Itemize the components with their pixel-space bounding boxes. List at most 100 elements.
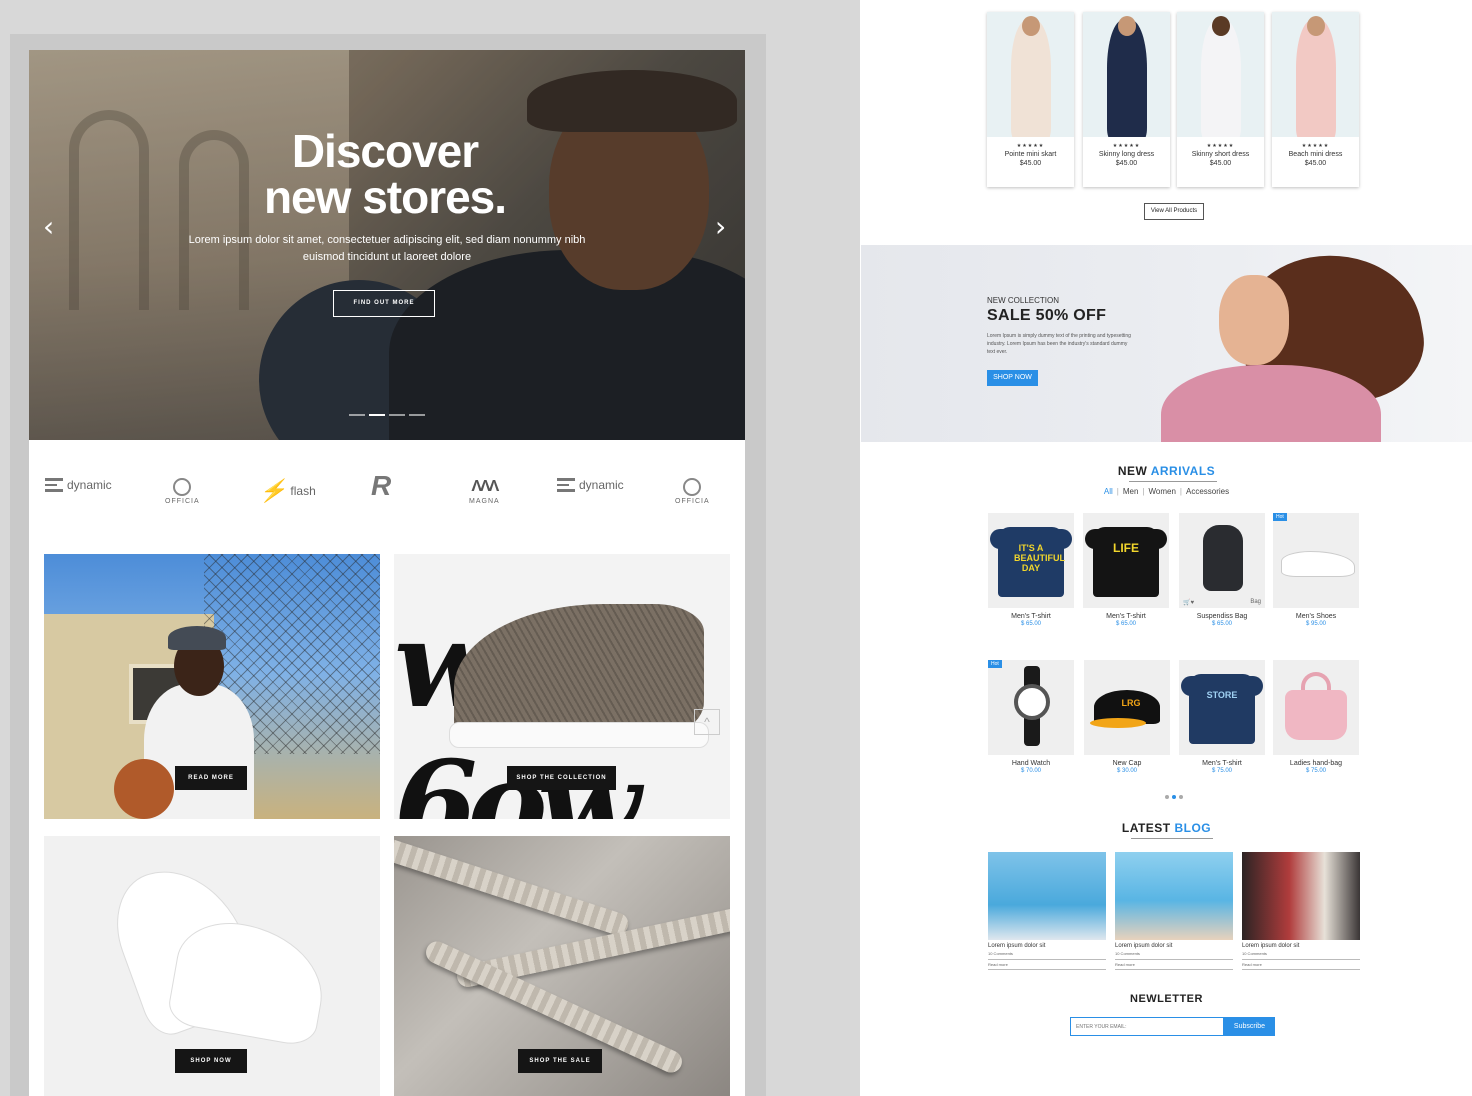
blog-title[interactable]: Lorem ipsum dolor sit <box>1115 943 1233 949</box>
subscribe-button[interactable]: Subscribe <box>1224 1017 1275 1036</box>
pager-dot-active[interactable] <box>1172 795 1176 799</box>
product-figure <box>1107 20 1147 137</box>
read-more-button[interactable]: READ MORE <box>175 766 247 790</box>
brand-logo-r[interactable]: R <box>371 470 391 502</box>
chevron-up-icon[interactable]: ^ <box>694 709 720 735</box>
product-image <box>1272 12 1359 137</box>
arrival-name: Men's T-shirt <box>1106 613 1146 620</box>
product-price: $45.00 <box>1019 160 1042 167</box>
arrivals-filter-tabs: All | Men | Women | Accessories <box>861 487 1472 496</box>
arrival-name: Men's T-shirt <box>1202 760 1242 767</box>
tshirt-print: STORE <box>1206 690 1238 700</box>
arrival-price: $ 95.00 <box>1305 621 1327 627</box>
blog-card[interactable]: Lorem ipsum dolor sit 10 Comments Read m… <box>1115 852 1233 970</box>
tab-men[interactable]: Men <box>1123 487 1139 496</box>
product-figure-head <box>1118 16 1136 36</box>
arrival-card[interactable]: Hot Hand Watch $ 70.00 <box>988 660 1074 774</box>
blog-title[interactable]: Lorem ipsum dolor sit <box>1242 943 1360 949</box>
promo-tile-basketball: READ MORE <box>44 554 380 819</box>
arrival-name: Suspendiss Bag <box>1196 613 1248 620</box>
shop-the-collection-button[interactable]: SHOP THE COLLECTION <box>507 766 616 790</box>
rating-stars-icon: ★★★★★ <box>1301 143 1330 149</box>
product-name: Beach mini dress <box>1288 151 1343 158</box>
blog-card[interactable]: Lorem ipsum dolor sit 10 Comments Read m… <box>1242 852 1360 970</box>
brand-name: dynamic <box>67 478 112 492</box>
tab-separator: | <box>1142 487 1145 496</box>
product-figure-head <box>1212 16 1230 36</box>
product-card[interactable]: ★★★★★ Skinny short dress $45.00 <box>1177 12 1264 187</box>
hero-subtitle: Lorem ipsum dolor sit amet, consectetuer… <box>188 234 586 263</box>
product-card[interactable]: ★★★★★ Pointe mini skart $45.00 <box>987 12 1074 187</box>
brand-name: OFFICIA <box>675 498 710 505</box>
tshirt-print: IT'S A BEAUTIFUL DAY <box>1014 543 1065 573</box>
arrival-card[interactable]: Ladies hand-bag $ 75.00 <box>1273 660 1359 774</box>
title-highlight: ARRIVALS <box>1150 464 1216 478</box>
left-page: Discover new stores. Lorem ipsum dolor s… <box>29 50 745 1096</box>
find-out-more-button[interactable]: FIND OUT MORE <box>333 290 435 317</box>
arrival-card[interactable]: LRG New Cap $ 30.00 <box>1084 660 1170 774</box>
product-image <box>987 12 1074 137</box>
title-part: LATEST <box>1121 821 1175 835</box>
brand-name: dynamic <box>579 478 624 492</box>
slider-dot[interactable] <box>409 414 425 416</box>
pager-dot[interactable] <box>1179 795 1183 799</box>
product-figure-head <box>1022 16 1040 36</box>
slider-dot-active[interactable] <box>369 414 385 416</box>
view-all-products-button[interactable]: View All Products <box>1144 203 1204 220</box>
arrival-card[interactable]: 🛒♥ Bag Suspendiss Bag $ 65.00 <box>1179 513 1265 627</box>
tab-all[interactable]: All <box>1104 487 1113 496</box>
read-more-link[interactable]: Read more <box>988 959 1106 970</box>
arrival-price: $ 65.00 <box>1211 621 1233 627</box>
pager-dot[interactable] <box>1165 795 1169 799</box>
brand-logo-officia[interactable]: OFFICIA <box>165 478 200 505</box>
hot-badge: Hot <box>1273 513 1287 521</box>
slider-dot[interactable] <box>349 414 365 416</box>
shop-the-sale-button[interactable]: SHOP THE SALE <box>518 1049 602 1073</box>
arrival-card[interactable]: STORE Men's T-shirt $ 75.00 <box>1179 660 1265 774</box>
product-image <box>1177 12 1264 137</box>
brand-name: flash <box>290 484 316 498</box>
shop-now-button[interactable]: SHOP NOW <box>175 1049 247 1073</box>
newsletter-title: NEWLETTER <box>1130 993 1203 1005</box>
brand-logo-magna[interactable]: ΛΛΛ MAGNA <box>469 478 500 505</box>
cart-icon[interactable]: 🛒♥ <box>1183 599 1194 606</box>
tab-women[interactable]: Women <box>1148 487 1175 496</box>
arrivals-pager <box>1165 795 1183 799</box>
arrival-card[interactable]: IT'S A BEAUTIFUL DAY Men's T-shirt $ 65.… <box>988 513 1074 627</box>
cap-print: LRG <box>1121 698 1141 708</box>
brand-logo-dynamic[interactable]: dynamic <box>45 478 112 492</box>
tile-cap <box>168 626 226 650</box>
card-action-icons: 🛒♥ Bag <box>1183 599 1261 606</box>
brand-logo-flash[interactable]: ⚡ flash <box>259 478 316 504</box>
read-more-link[interactable]: Read more <box>1115 959 1233 970</box>
product-figure <box>1201 20 1241 137</box>
product-figure <box>1296 20 1336 137</box>
email-field[interactable] <box>1070 1017 1224 1036</box>
blog-card[interactable]: Lorem ipsum dolor sit 10 Comments Read m… <box>988 852 1106 970</box>
blog-title[interactable]: Lorem ipsum dolor sit <box>988 943 1106 949</box>
bolt-icon: ⚡ <box>259 478 287 503</box>
arrival-card[interactable]: Hot Men's Shoes $ 95.00 <box>1273 513 1359 627</box>
arrival-card[interactable]: LIFE Men's T-shirt $ 65.00 <box>1083 513 1169 627</box>
product-figure-head <box>1307 16 1325 36</box>
product-name: Skinny long dress <box>1098 151 1155 158</box>
title-underline <box>1131 838 1213 839</box>
slider-dot[interactable] <box>389 414 405 416</box>
arrival-name: Men's T-shirt <box>1011 613 1051 620</box>
shop-now-button[interactable]: SHOP NOW <box>987 370 1038 386</box>
brand-logo-dynamic[interactable]: dynamic <box>557 478 624 492</box>
sneaker-sole <box>449 722 709 748</box>
product-card[interactable]: ★★★★★ Skinny long dress $45.00 <box>1083 12 1170 187</box>
chevron-right-icon[interactable]: › <box>715 210 726 243</box>
blog-comments: 10 Comments <box>1242 951 1267 956</box>
brand-logo-officia[interactable]: OFFICIA <box>675 478 710 505</box>
read-more-link[interactable]: Read more <box>1242 959 1360 970</box>
hero-title-line2: new stores. <box>263 171 507 223</box>
product-price: $45.00 <box>1304 160 1327 167</box>
tab-accessories[interactable]: Accessories <box>1186 487 1229 496</box>
product-name: Pointe mini skart <box>1004 151 1057 158</box>
blog-image <box>1115 852 1233 940</box>
chevron-left-icon[interactable]: ‹ <box>43 210 54 243</box>
product-card[interactable]: ★★★★★ Beach mini dress $45.00 <box>1272 12 1359 187</box>
arrival-price: $ 70.00 <box>1020 768 1042 774</box>
